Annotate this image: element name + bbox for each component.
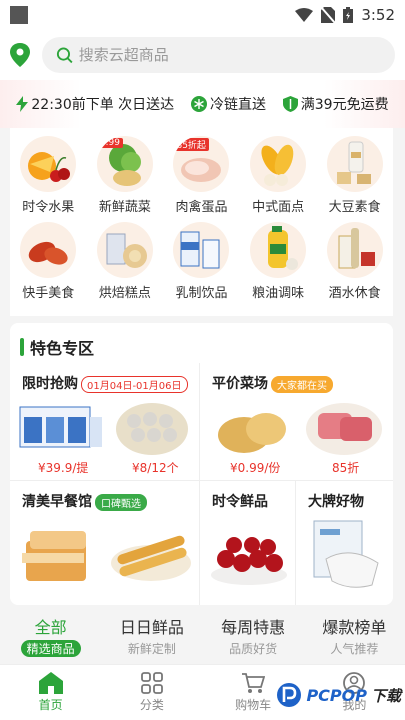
big-brand-card[interactable]: 大牌好物 bbox=[296, 481, 393, 605]
special-zone: 特色专区 限时抢购 01月04日-01月06日 ¥39.9/提 ¥8/12个 平价… bbox=[10, 323, 393, 605]
search-box[interactable] bbox=[42, 37, 395, 73]
category-bread[interactable]: 中式面点 bbox=[240, 136, 317, 222]
dumplings-image bbox=[116, 403, 188, 455]
snowflake-icon bbox=[190, 96, 207, 112]
grid-icon bbox=[140, 672, 163, 694]
search-input[interactable] bbox=[78, 46, 395, 64]
wifi-icon bbox=[295, 8, 314, 22]
promo-cold-chain: 冷链直送 bbox=[190, 94, 266, 114]
tab-weekly-deals[interactable]: 每周特惠 品质好货 bbox=[208, 614, 298, 657]
breakfast-title: 清美早餐馆 bbox=[22, 494, 92, 510]
veg-price-2: 85折 bbox=[332, 461, 360, 475]
product-tabs: 全部 精选商品 日日鲜品 新鲜定制 每周特惠 品质好货 爆款榜单 人气推荐 bbox=[0, 610, 405, 664]
toast-image bbox=[22, 531, 86, 581]
soy-icon bbox=[326, 136, 383, 192]
category-milk[interactable]: 乳制饮品 bbox=[163, 222, 240, 308]
milk-icon bbox=[173, 222, 230, 278]
bakery-icon bbox=[96, 222, 153, 278]
big-brand-title: 大牌好物 bbox=[308, 494, 364, 510]
category-fastfood[interactable]: 快手美食 bbox=[10, 222, 87, 308]
flash-sale-card[interactable]: 限时抢购 01月04日-01月06日 ¥39.9/提 ¥8/12个 bbox=[10, 363, 200, 481]
fastfood-icon bbox=[20, 222, 77, 278]
nav-home[interactable]: 首页 bbox=[16, 672, 86, 713]
shield-icon bbox=[282, 96, 298, 112]
tab-hot-list[interactable]: 爆款榜单 人气推荐 bbox=[309, 614, 399, 657]
category-oil[interactable]: 粮油调味 bbox=[240, 222, 317, 308]
category-bakery[interactable]: 烘焙糕点 bbox=[87, 222, 164, 308]
search-icon bbox=[56, 47, 73, 64]
meat-icon: 85折起 bbox=[173, 136, 230, 192]
promo-free-shipping: 满39元免运费 bbox=[282, 94, 389, 114]
flash-price-1: ¥39.9/提 bbox=[38, 461, 89, 475]
special-zone-title: 特色专区 bbox=[20, 335, 94, 359]
bread-icon bbox=[250, 136, 307, 192]
wine-icon bbox=[326, 222, 383, 278]
flash-sale-date-tag: 01月04日-01月06日 bbox=[81, 375, 188, 393]
category-soy[interactable]: 大豆素食 bbox=[316, 136, 393, 222]
category-fruit[interactable]: 时令水果 bbox=[10, 136, 87, 222]
tab-all[interactable]: 全部 精选商品 bbox=[6, 614, 96, 657]
flash-sale-title: 限时抢购 bbox=[22, 376, 78, 392]
oil-icon bbox=[250, 222, 307, 278]
watermark: PCPOP 下载 bbox=[276, 682, 401, 708]
seasonal-fresh-title: 时令鲜品 bbox=[212, 494, 268, 510]
milk-box-image bbox=[19, 406, 102, 448]
battery-icon bbox=[343, 7, 354, 23]
category-meat[interactable]: 85折起 肉禽蛋品 bbox=[163, 136, 240, 222]
location-pin-icon[interactable] bbox=[10, 43, 30, 67]
search-row bbox=[0, 30, 405, 80]
home-icon bbox=[38, 672, 63, 694]
veg-market-title: 平价菜场 bbox=[212, 376, 268, 392]
breakfast-tag: 口碑甄选 bbox=[95, 493, 147, 511]
nav-category[interactable]: 分类 bbox=[117, 672, 187, 713]
category-wine[interactable]: 酒水休食 bbox=[316, 222, 393, 308]
vegetable-icon: 0.99 bbox=[96, 136, 153, 192]
status-bar: 3:52 bbox=[0, 0, 405, 30]
veg-market-tag: 大家都在买 bbox=[271, 375, 333, 393]
cherries-image bbox=[211, 537, 287, 585]
lightning-icon bbox=[16, 96, 29, 112]
clock: 3:52 bbox=[361, 6, 395, 24]
notification-icon bbox=[10, 6, 28, 24]
category-panel: 时令水果 0.99 新鲜蔬菜 85折起 肉禽蛋品 中式面点 大豆素食 快手美食 … bbox=[10, 128, 393, 316]
tab-daily-fresh[interactable]: 日日鲜品 新鲜定制 bbox=[107, 614, 197, 657]
fruit-icon bbox=[20, 136, 77, 192]
cart-icon bbox=[242, 673, 266, 693]
pork-image bbox=[306, 403, 382, 455]
mask-image bbox=[313, 520, 379, 588]
category-vegetable[interactable]: 0.99 新鲜蔬菜 bbox=[87, 136, 164, 222]
seasonal-fresh-card[interactable]: 时令鲜品 bbox=[200, 481, 296, 605]
fried-dough-image bbox=[111, 535, 191, 581]
flash-price-2: ¥8/12个 bbox=[132, 461, 179, 475]
veg-market-card[interactable]: 平价菜场 大家都在买 ¥0.99/份 85折 bbox=[200, 363, 393, 481]
breakfast-card[interactable]: 清美早餐馆 口碑甄选 bbox=[10, 481, 200, 605]
no-sim-icon bbox=[321, 7, 336, 23]
veg-price-1: ¥0.99/份 bbox=[230, 461, 281, 475]
potato-image bbox=[218, 413, 286, 453]
pcpop-logo-icon bbox=[277, 683, 302, 707]
promo-strip: 22:30前下单 次日送达 冷链直送 满39元免运费 bbox=[0, 80, 405, 128]
promo-delivery: 22:30前下单 次日送达 bbox=[16, 94, 174, 114]
